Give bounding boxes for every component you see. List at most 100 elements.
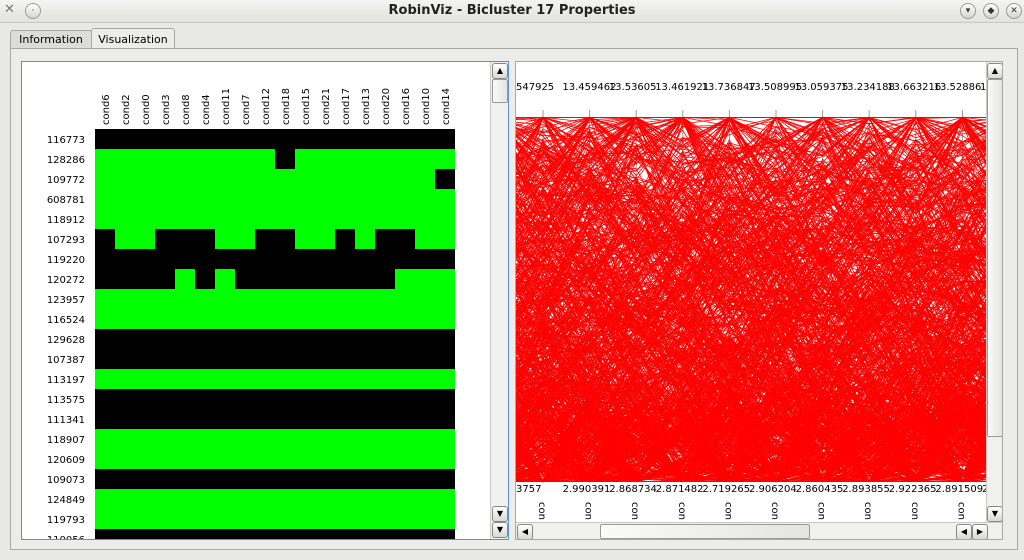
heatmap-cell bbox=[375, 189, 395, 209]
heatmap-cell bbox=[355, 269, 375, 289]
plot-scroll-left-button-2[interactable]: ◀ bbox=[956, 524, 972, 539]
axis-min-label: 2.868734 bbox=[609, 484, 657, 495]
heatmap-cell bbox=[375, 309, 395, 329]
heatmap-cell bbox=[375, 389, 395, 409]
heatmap-cell bbox=[415, 149, 435, 169]
heatmap-cell bbox=[355, 289, 375, 309]
heatmap-cell bbox=[235, 509, 255, 529]
heatmap-cell bbox=[175, 529, 195, 539]
heatmap-cell bbox=[415, 429, 435, 449]
scroll-thumb[interactable] bbox=[492, 79, 508, 103]
heatmap-cell bbox=[435, 369, 455, 389]
tab-visualization[interactable]: Visualization bbox=[91, 28, 175, 48]
plot-vertical-scrollbar[interactable]: ▲ ▼ bbox=[986, 62, 1002, 522]
heatmap-cell bbox=[235, 149, 255, 169]
axis-min-label: 2.990391 bbox=[563, 484, 611, 495]
parallel-coordinates-panel: 547925 13.45946213.5360513.46192113.73684… bbox=[515, 61, 1003, 540]
heatmap-cell bbox=[135, 229, 155, 249]
heatmap-cell bbox=[375, 369, 395, 389]
close-button[interactable]: ✕ bbox=[1006, 3, 1022, 19]
row-label: 107293 bbox=[47, 235, 85, 246]
plot-scroll-up-button[interactable]: ▲ bbox=[987, 63, 1002, 79]
heatmap-cell bbox=[155, 209, 175, 229]
heatmap-cell bbox=[235, 229, 255, 249]
heatmap-cell bbox=[315, 469, 335, 489]
heatmap-cell bbox=[435, 149, 455, 169]
heatmap-cell bbox=[215, 149, 235, 169]
heatmap-cell bbox=[335, 449, 355, 469]
heatmap-cell bbox=[135, 329, 155, 349]
maximize-button[interactable]: ◆ bbox=[983, 3, 999, 19]
heatmap-cell bbox=[95, 209, 115, 229]
heatmap-cell bbox=[195, 369, 215, 389]
heatmap-cell bbox=[95, 329, 115, 349]
heatmap-cell bbox=[275, 269, 295, 289]
heatmap-cell bbox=[315, 269, 335, 289]
heatmap-cell bbox=[135, 289, 155, 309]
heatmap-cell bbox=[415, 169, 435, 189]
heatmap-cell bbox=[175, 369, 195, 389]
heatmap-cell bbox=[435, 169, 455, 189]
heatmap-cell bbox=[255, 509, 275, 529]
heatmap-cell bbox=[275, 409, 295, 429]
heatmap-cell bbox=[115, 289, 135, 309]
plot-scroll-down-button[interactable]: ▼ bbox=[987, 506, 1002, 522]
plot-scroll-left-button[interactable]: ◀ bbox=[517, 524, 533, 539]
plot-scroll-right-button[interactable]: ▶ bbox=[972, 524, 988, 539]
row-label: 116524 bbox=[47, 315, 85, 326]
heatmap-cell bbox=[235, 289, 255, 309]
axis-condition-label: con bbox=[722, 502, 733, 520]
column-label: cond2 bbox=[121, 94, 132, 125]
heatmap-cell bbox=[255, 429, 275, 449]
heatmap-cell bbox=[135, 449, 155, 469]
column-label: cond0 bbox=[141, 94, 152, 125]
heatmap-cell bbox=[175, 509, 195, 529]
heatmap-cell bbox=[95, 169, 115, 189]
heatmap-cell bbox=[135, 489, 155, 509]
heatmap-cell bbox=[435, 209, 455, 229]
heatmap-cell bbox=[435, 449, 455, 469]
heatmap-cell bbox=[135, 169, 155, 189]
column-label: cond15 bbox=[301, 88, 312, 125]
heatmap-cell bbox=[175, 169, 195, 189]
minimize-button[interactable]: ▾ bbox=[960, 3, 976, 19]
row-label: 123957 bbox=[47, 295, 85, 306]
heatmap-cell bbox=[395, 269, 415, 289]
heatmap-cell bbox=[255, 169, 275, 189]
axis-condition-label: con bbox=[536, 502, 547, 520]
heatmap-cell bbox=[255, 289, 275, 309]
scroll-down-button[interactable]: ▼ bbox=[492, 506, 508, 522]
heatmap-cell bbox=[355, 409, 375, 429]
column-label: cond4 bbox=[201, 94, 212, 125]
column-label: cond20 bbox=[381, 88, 392, 125]
scroll-up-button[interactable]: ▲ bbox=[492, 63, 508, 79]
scroll-down-button-2[interactable]: ▼ bbox=[492, 522, 508, 538]
plot-horizontal-thumb[interactable] bbox=[600, 524, 810, 539]
heatmap-cell bbox=[115, 129, 135, 149]
heatmap-cell bbox=[175, 469, 195, 489]
heatmap-cell bbox=[215, 489, 235, 509]
heatmap-cell bbox=[235, 209, 255, 229]
plot-vertical-thumb[interactable] bbox=[987, 79, 1002, 437]
heatmap-cell bbox=[315, 249, 335, 269]
axis-min-label: 3757 bbox=[516, 484, 541, 495]
heatmap-cell bbox=[155, 449, 175, 469]
axis-max-label: 13.52886 bbox=[934, 82, 982, 93]
column-label: cond18 bbox=[281, 88, 292, 125]
polyline-group bbox=[516, 116, 986, 483]
heatmap-cell bbox=[275, 209, 295, 229]
tab-information[interactable]: Information bbox=[10, 30, 92, 48]
heatmap-cell bbox=[435, 189, 455, 209]
heatmap-cell bbox=[255, 489, 275, 509]
heatmap-cell bbox=[235, 269, 255, 289]
column-label: cond7 bbox=[241, 94, 252, 125]
heatmap-cell bbox=[335, 529, 355, 539]
heatmap-cell bbox=[395, 349, 415, 369]
heatmap-vertical-scrollbar[interactable]: ▲ ▼ ▼ bbox=[490, 62, 508, 539]
heatmap-cell bbox=[395, 469, 415, 489]
heatmap-cell bbox=[395, 429, 415, 449]
heatmap-cell bbox=[295, 369, 315, 389]
heatmap-cell bbox=[235, 329, 255, 349]
plot-horizontal-scrollbar[interactable]: ◀ ◀ ▶ bbox=[516, 522, 1002, 539]
heatmap-cell bbox=[95, 389, 115, 409]
